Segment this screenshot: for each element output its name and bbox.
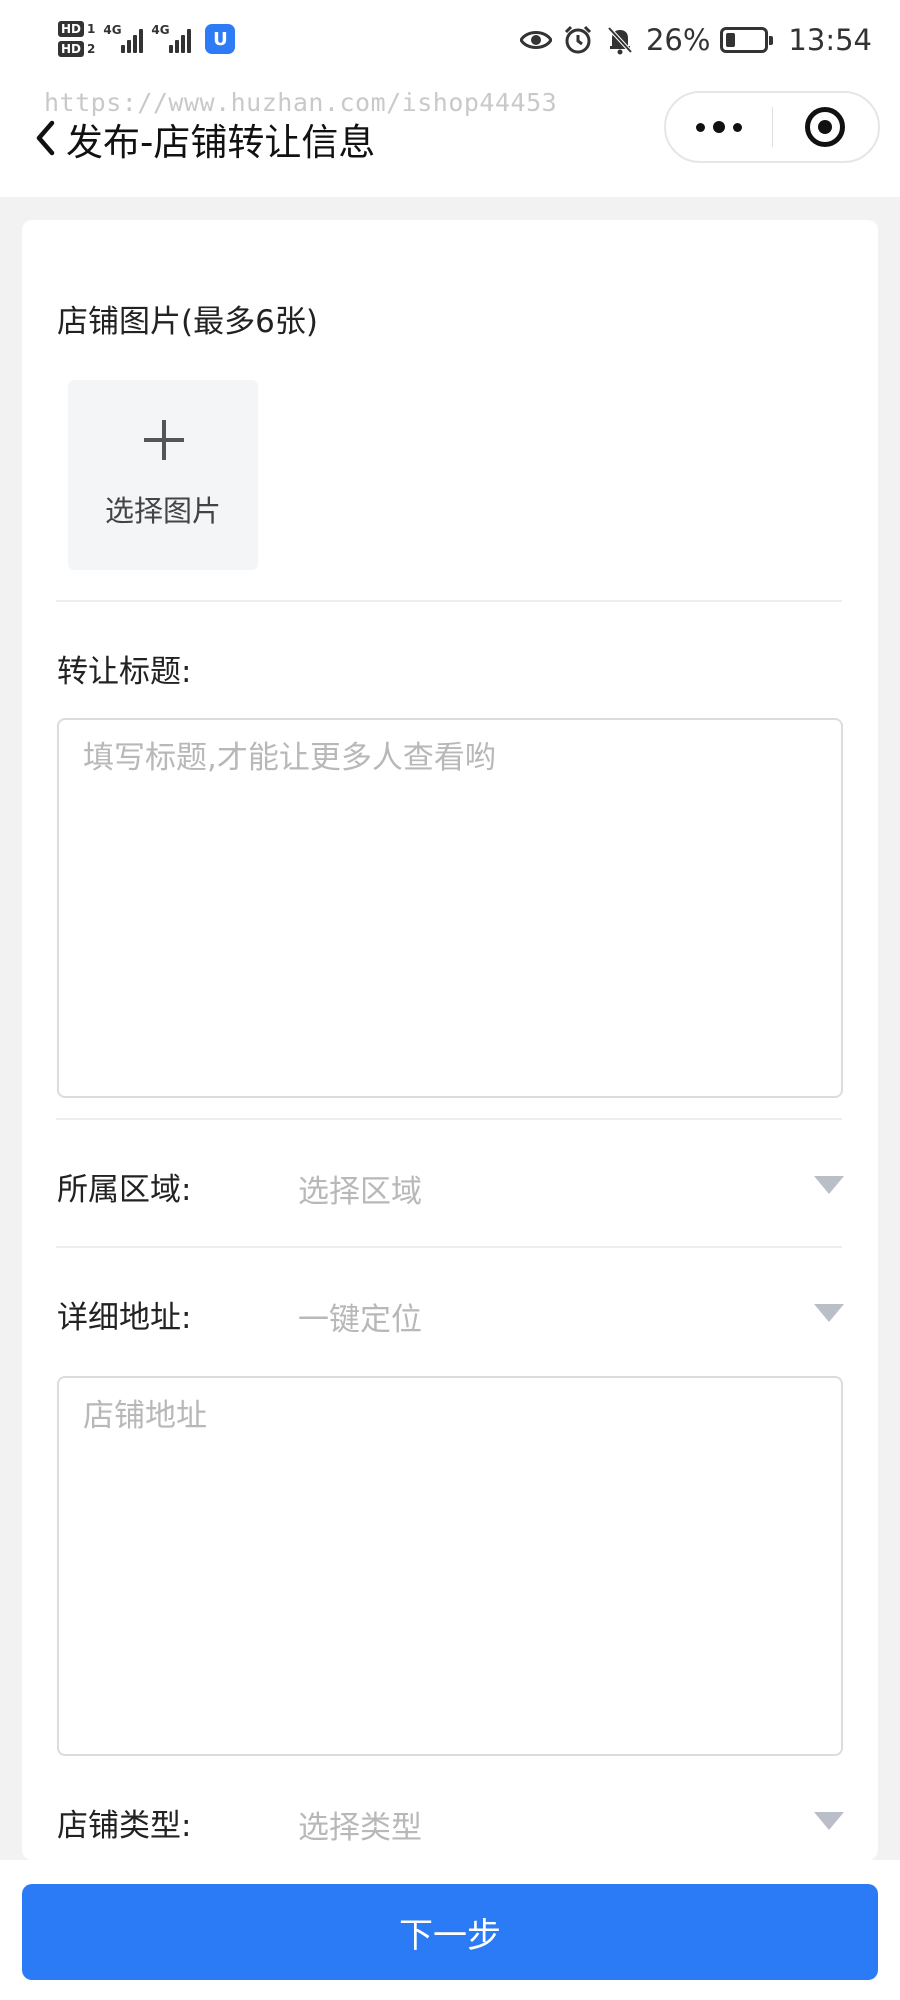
mute-bell-icon bbox=[604, 24, 636, 56]
locate-select[interactable]: 一键定位 bbox=[298, 1294, 422, 1339]
status-right: 26% 13:54 bbox=[519, 18, 872, 62]
title-textarea[interactable]: 填写标题,才能让更多人查看哟 bbox=[57, 718, 843, 1098]
region-select[interactable]: 选择区域 bbox=[298, 1166, 422, 1211]
more-dots-icon bbox=[695, 121, 742, 133]
alarm-icon bbox=[562, 24, 594, 56]
clock: 13:54 bbox=[788, 23, 872, 57]
address-textarea[interactable]: 店铺地址 bbox=[57, 1376, 843, 1756]
upload-image-button[interactable]: 选择图片 bbox=[68, 380, 258, 570]
type-select[interactable]: 选择类型 bbox=[298, 1802, 422, 1847]
images-label: 店铺图片(最多6张) bbox=[57, 304, 318, 340]
status-bar: HD 1 HD 2 4G 4G U 26% 13:54 bbox=[0, 0, 900, 80]
upload-image-label: 选择图片 bbox=[104, 494, 221, 528]
network-type-2: 4G bbox=[151, 23, 170, 37]
top-bar: HD 1 HD 2 4G 4G U 26% 13:54 https://www.… bbox=[0, 0, 900, 197]
type-label: 店铺类型: bbox=[57, 1808, 192, 1844]
plus-icon-vertical bbox=[162, 420, 166, 460]
close-miniprogram-button[interactable] bbox=[773, 93, 879, 161]
address-placeholder: 店铺地址 bbox=[83, 1398, 207, 1434]
more-button[interactable] bbox=[666, 93, 772, 161]
battery-percent: 26% bbox=[645, 23, 711, 57]
chevron-left-icon bbox=[36, 120, 55, 156]
address-label: 详细地址: bbox=[57, 1300, 192, 1336]
eye-icon bbox=[519, 24, 552, 56]
page: HD 1 HD 2 4G 4G U 26% 13:54 https://www.… bbox=[0, 0, 900, 2000]
notification-app-icon: U bbox=[205, 24, 236, 54]
miniprogram-capsule bbox=[664, 91, 880, 163]
bottom-bar: 下一步 bbox=[0, 1860, 900, 2000]
sim1-number: 1 bbox=[87, 22, 96, 36]
region-label: 所属区域: bbox=[57, 1172, 192, 1208]
sim2-indicator: HD 2 bbox=[58, 41, 95, 57]
divider bbox=[56, 1246, 842, 1248]
divider bbox=[56, 1118, 842, 1120]
network-type-1: 4G bbox=[103, 23, 122, 37]
form-card: 店铺图片(最多6张) 选择图片 转让标题: 填写标题,才能让更多人查看哟 所属区… bbox=[22, 220, 878, 1860]
title-label: 转让标题: bbox=[57, 654, 192, 690]
next-step-button[interactable]: 下一步 bbox=[22, 1884, 878, 1980]
battery-icon bbox=[720, 27, 774, 53]
title-placeholder: 填写标题,才能让更多人查看哟 bbox=[83, 740, 496, 776]
sim2-number: 2 bbox=[87, 42, 96, 56]
signal-1-icon: 4G bbox=[103, 23, 144, 53]
status-left: HD 1 HD 2 4G 4G U bbox=[58, 14, 236, 64]
target-circle-icon bbox=[805, 107, 846, 147]
back-button[interactable] bbox=[30, 116, 60, 160]
dropdown-arrow-icon[interactable] bbox=[814, 1304, 844, 1322]
dropdown-arrow-icon[interactable] bbox=[814, 1812, 844, 1830]
divider bbox=[56, 600, 842, 602]
sim-indicators: HD 1 HD 2 bbox=[58, 21, 95, 57]
sim1-indicator: HD 1 bbox=[58, 21, 95, 37]
dropdown-arrow-icon[interactable] bbox=[814, 1176, 844, 1194]
hd-badge: HD bbox=[58, 21, 85, 37]
signal-2-icon: 4G bbox=[151, 23, 192, 53]
page-title: 发布-店铺转让信息 bbox=[66, 121, 376, 164]
hd-badge: HD bbox=[58, 41, 85, 57]
